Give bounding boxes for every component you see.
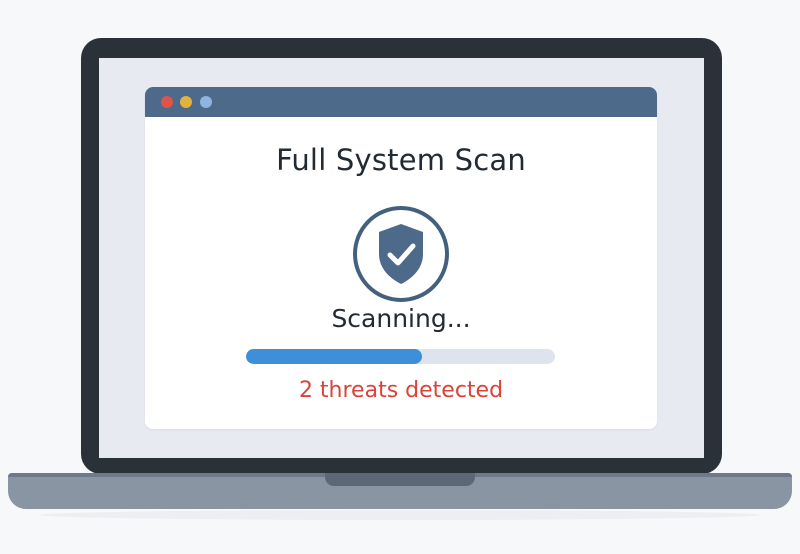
minimize-dot[interactable] — [180, 96, 192, 108]
window-titlebar — [145, 87, 657, 117]
shield-check-icon — [353, 206, 449, 302]
maximize-dot[interactable] — [200, 96, 212, 108]
page-title: Full System Scan — [276, 143, 526, 177]
scan-progress-fill — [246, 349, 423, 364]
laptop-shadow — [40, 510, 760, 520]
threats-detected-label[interactable]: 2 threats detected — [145, 378, 657, 403]
scan-status: Scanning... — [331, 304, 471, 333]
laptop-scene: Full System Scan Scanning... 2 threats d… — [0, 0, 800, 554]
close-dot[interactable] — [161, 96, 173, 108]
scan-window: Full System Scan Scanning... 2 threats d… — [145, 87, 657, 429]
scan-progress-bar — [246, 349, 555, 364]
laptop-hinge-notch — [325, 473, 475, 486]
